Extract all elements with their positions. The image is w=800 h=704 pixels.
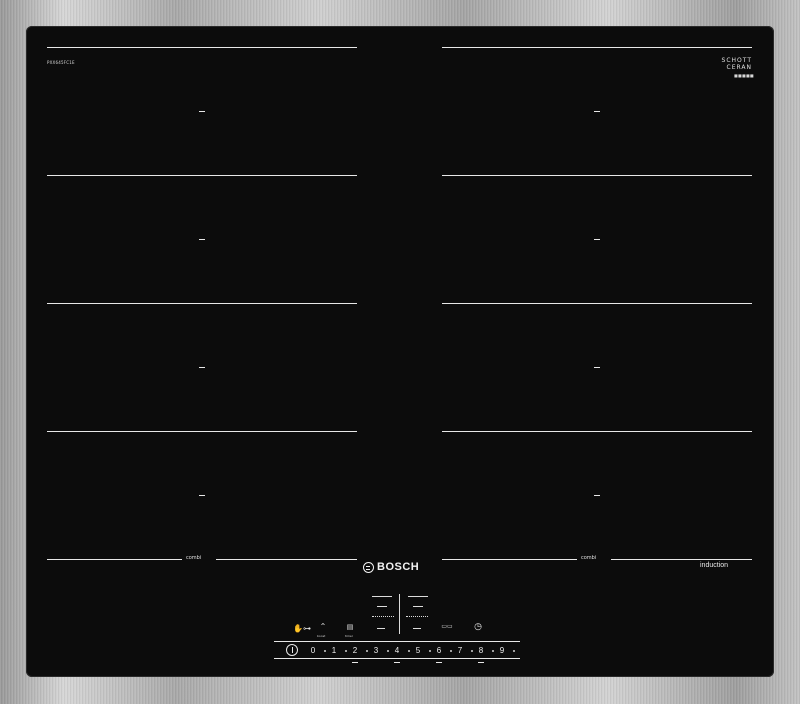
zone-line-right-bottom-a: [442, 559, 577, 560]
slider-dot: [492, 650, 494, 652]
clock-icon: ◷: [474, 622, 482, 632]
zone-line-right-2: [442, 175, 752, 176]
zone-line-left-1: [47, 47, 357, 48]
zone-mark-right-3: [594, 367, 600, 368]
combi-marker-right: combi: [581, 555, 597, 561]
zone-line-left-4: [47, 431, 357, 432]
clock-button[interactable]: ◷: [472, 622, 484, 632]
schott-text: SCHOTT: [721, 57, 752, 64]
schott-ceran-logo: SCHOTT CERAN: [706, 57, 752, 71]
slider-digit-5[interactable]: 5: [413, 646, 423, 655]
slider-digit-1[interactable]: 1: [329, 646, 339, 655]
display-bottom-left: [377, 628, 385, 629]
timer-zone-button[interactable]: ▤: [344, 623, 356, 631]
zone-line-left-2: [47, 175, 357, 176]
flex-icon: ▭▭: [441, 623, 453, 630]
zone-mark-right-1: [594, 111, 600, 112]
flex-button[interactable]: ▭▭: [440, 623, 454, 630]
zone-line-right-1: [442, 47, 752, 48]
zone-line-left-bottom-b: [216, 559, 357, 560]
slider-digit-6[interactable]: 6: [434, 646, 444, 655]
power-button[interactable]: [286, 644, 298, 656]
slider-digit-7[interactable]: 7: [455, 646, 465, 655]
boost-icon: ⌃: [319, 622, 327, 631]
schott-ceran-small-label: ■■■■■: [734, 73, 754, 78]
touch-slider-top: [274, 641, 520, 642]
slider-dot: [450, 650, 452, 652]
boost-button[interactable]: ⌃: [316, 622, 330, 631]
display-divider: [399, 594, 400, 634]
display-bottom-right: [413, 628, 421, 629]
slider-dot: [324, 650, 326, 652]
zone-mark-right-2: [594, 239, 600, 240]
zone-mark-left-2: [199, 239, 205, 240]
combi-marker-left: combi: [186, 555, 202, 561]
slider-digit-2[interactable]: 2: [350, 646, 360, 655]
display-dotted-right: [406, 616, 428, 617]
slider-subtick-6: [436, 662, 442, 663]
slider-digit-4[interactable]: 4: [392, 646, 402, 655]
slider-subtick-8: [478, 662, 484, 663]
zone-mark-left-4: [199, 495, 205, 496]
pan-icon: ▤: [346, 623, 354, 631]
lock-icon: ✋⊶: [293, 624, 311, 633]
slider-dot: [366, 650, 368, 652]
boost-label: boost: [317, 634, 326, 638]
bosch-brand: BOSCH: [363, 560, 419, 574]
display-top-right: [408, 596, 428, 597]
child-lock-button[interactable]: ✋⊶: [292, 624, 312, 633]
bosch-wordmark: BOSCH: [377, 561, 420, 573]
ceran-text: CERAN: [726, 64, 752, 71]
zone-line-right-bottom-b: [611, 559, 752, 560]
display-seg-left: [377, 606, 387, 607]
slider-dot: [471, 650, 473, 652]
timer-label: timer: [345, 634, 354, 638]
slider-dot: [408, 650, 410, 652]
slider-subtick-4: [394, 662, 400, 663]
zone-line-right-3: [442, 303, 752, 304]
bosch-logo-icon: [363, 561, 374, 573]
zone-line-left-3: [47, 303, 357, 304]
zone-mark-left-3: [199, 367, 205, 368]
display-top-left: [372, 596, 392, 597]
slider-subtick-2: [352, 662, 358, 663]
display-dotted-left: [372, 616, 394, 617]
zone-line-left-bottom-a: [47, 559, 182, 560]
slider-dot: [387, 650, 389, 652]
slider-digit-8[interactable]: 8: [476, 646, 486, 655]
slider-digit-9[interactable]: 9: [497, 646, 507, 655]
slider-digit-0[interactable]: 0: [308, 646, 318, 655]
induction-label: induction: [700, 562, 729, 569]
zone-mark-left-1: [199, 111, 205, 112]
display-seg-right: [413, 606, 423, 607]
slider-digit-3[interactable]: 3: [371, 646, 381, 655]
slider-dot: [429, 650, 431, 652]
slider-dot: [513, 650, 515, 652]
slider-dot: [345, 650, 347, 652]
zone-mark-right-4: [594, 495, 600, 496]
touch-slider-bottom[interactable]: [274, 658, 520, 659]
zone-line-right-4: [442, 431, 752, 432]
model-label: PXX645FC1E: [47, 60, 75, 65]
cooktop-glass: PXX645FC1E SCHOTT CERAN ■■■■■ combi comb…: [26, 26, 774, 677]
